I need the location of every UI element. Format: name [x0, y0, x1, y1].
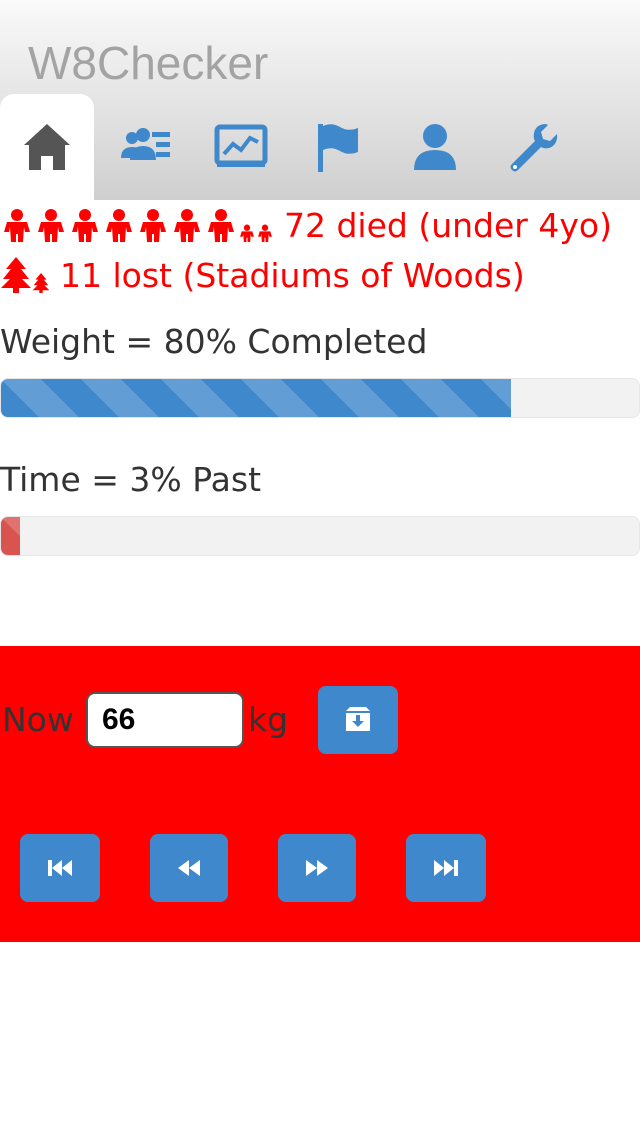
- time-progress-label: Time = 3% Past: [0, 460, 262, 499]
- tree-figures: [0, 257, 50, 293]
- person-icon: [174, 209, 200, 242]
- weight-entry-panel: Now kg: [0, 646, 640, 942]
- time-progress-bar: [0, 516, 640, 556]
- stats-section: 72 died (under 4yo) 11 lost (Stadiums of…: [0, 200, 640, 300]
- tab-profile[interactable]: [388, 94, 482, 200]
- next-button[interactable]: [278, 834, 356, 902]
- user-list-icon: [121, 128, 170, 160]
- died-stat: 72 died (under 4yo): [0, 200, 640, 250]
- skip-first-icon: [48, 860, 72, 876]
- tab-settings[interactable]: [486, 94, 580, 200]
- weight-progress-fill: [1, 379, 512, 417]
- person-icon: [208, 209, 234, 242]
- unit-label: kg: [248, 700, 289, 739]
- app-title: W8Checker: [28, 37, 269, 89]
- small-person-icon: [258, 224, 272, 242]
- small-tree-icon: [32, 273, 50, 293]
- skip-last-icon: [434, 860, 458, 876]
- wrench-icon: [510, 124, 558, 172]
- weight-input[interactable]: [86, 692, 244, 748]
- home-icon: [24, 124, 70, 170]
- chart-icon: [214, 124, 268, 167]
- people-figures: [0, 208, 274, 242]
- first-button[interactable]: [20, 834, 100, 902]
- rewind-icon: [178, 860, 200, 876]
- tree-icon: [1, 257, 31, 293]
- person-icon: [38, 209, 64, 242]
- last-button[interactable]: [406, 834, 486, 902]
- weight-progress-bar: [0, 378, 640, 418]
- person-icon: [106, 209, 132, 242]
- app-header: W8Checker: [0, 0, 640, 200]
- person-icon: [140, 209, 166, 242]
- previous-button[interactable]: [150, 834, 228, 902]
- tab-goal[interactable]: [290, 94, 384, 200]
- died-text: 72 died (under 4yo): [284, 205, 612, 245]
- lost-text: 11 lost (Stadiums of Woods): [60, 255, 525, 295]
- archive-download-icon: [346, 707, 370, 731]
- person-icon: [4, 209, 30, 242]
- tab-chart[interactable]: [194, 94, 288, 200]
- save-button[interactable]: [318, 686, 398, 754]
- lost-stat: 11 lost (Stadiums of Woods): [0, 250, 640, 300]
- fast-forward-icon: [306, 860, 328, 876]
- flag-icon: [318, 124, 358, 172]
- now-label: Now: [2, 700, 74, 739]
- tab-people[interactable]: [98, 94, 192, 200]
- weight-progress-label: Weight = 80% Completed: [0, 322, 428, 361]
- tab-home[interactable]: [0, 94, 94, 200]
- time-progress-fill: [1, 517, 21, 555]
- person-icon: [72, 209, 98, 242]
- user-icon: [414, 124, 456, 170]
- small-person-icon: [240, 224, 254, 242]
